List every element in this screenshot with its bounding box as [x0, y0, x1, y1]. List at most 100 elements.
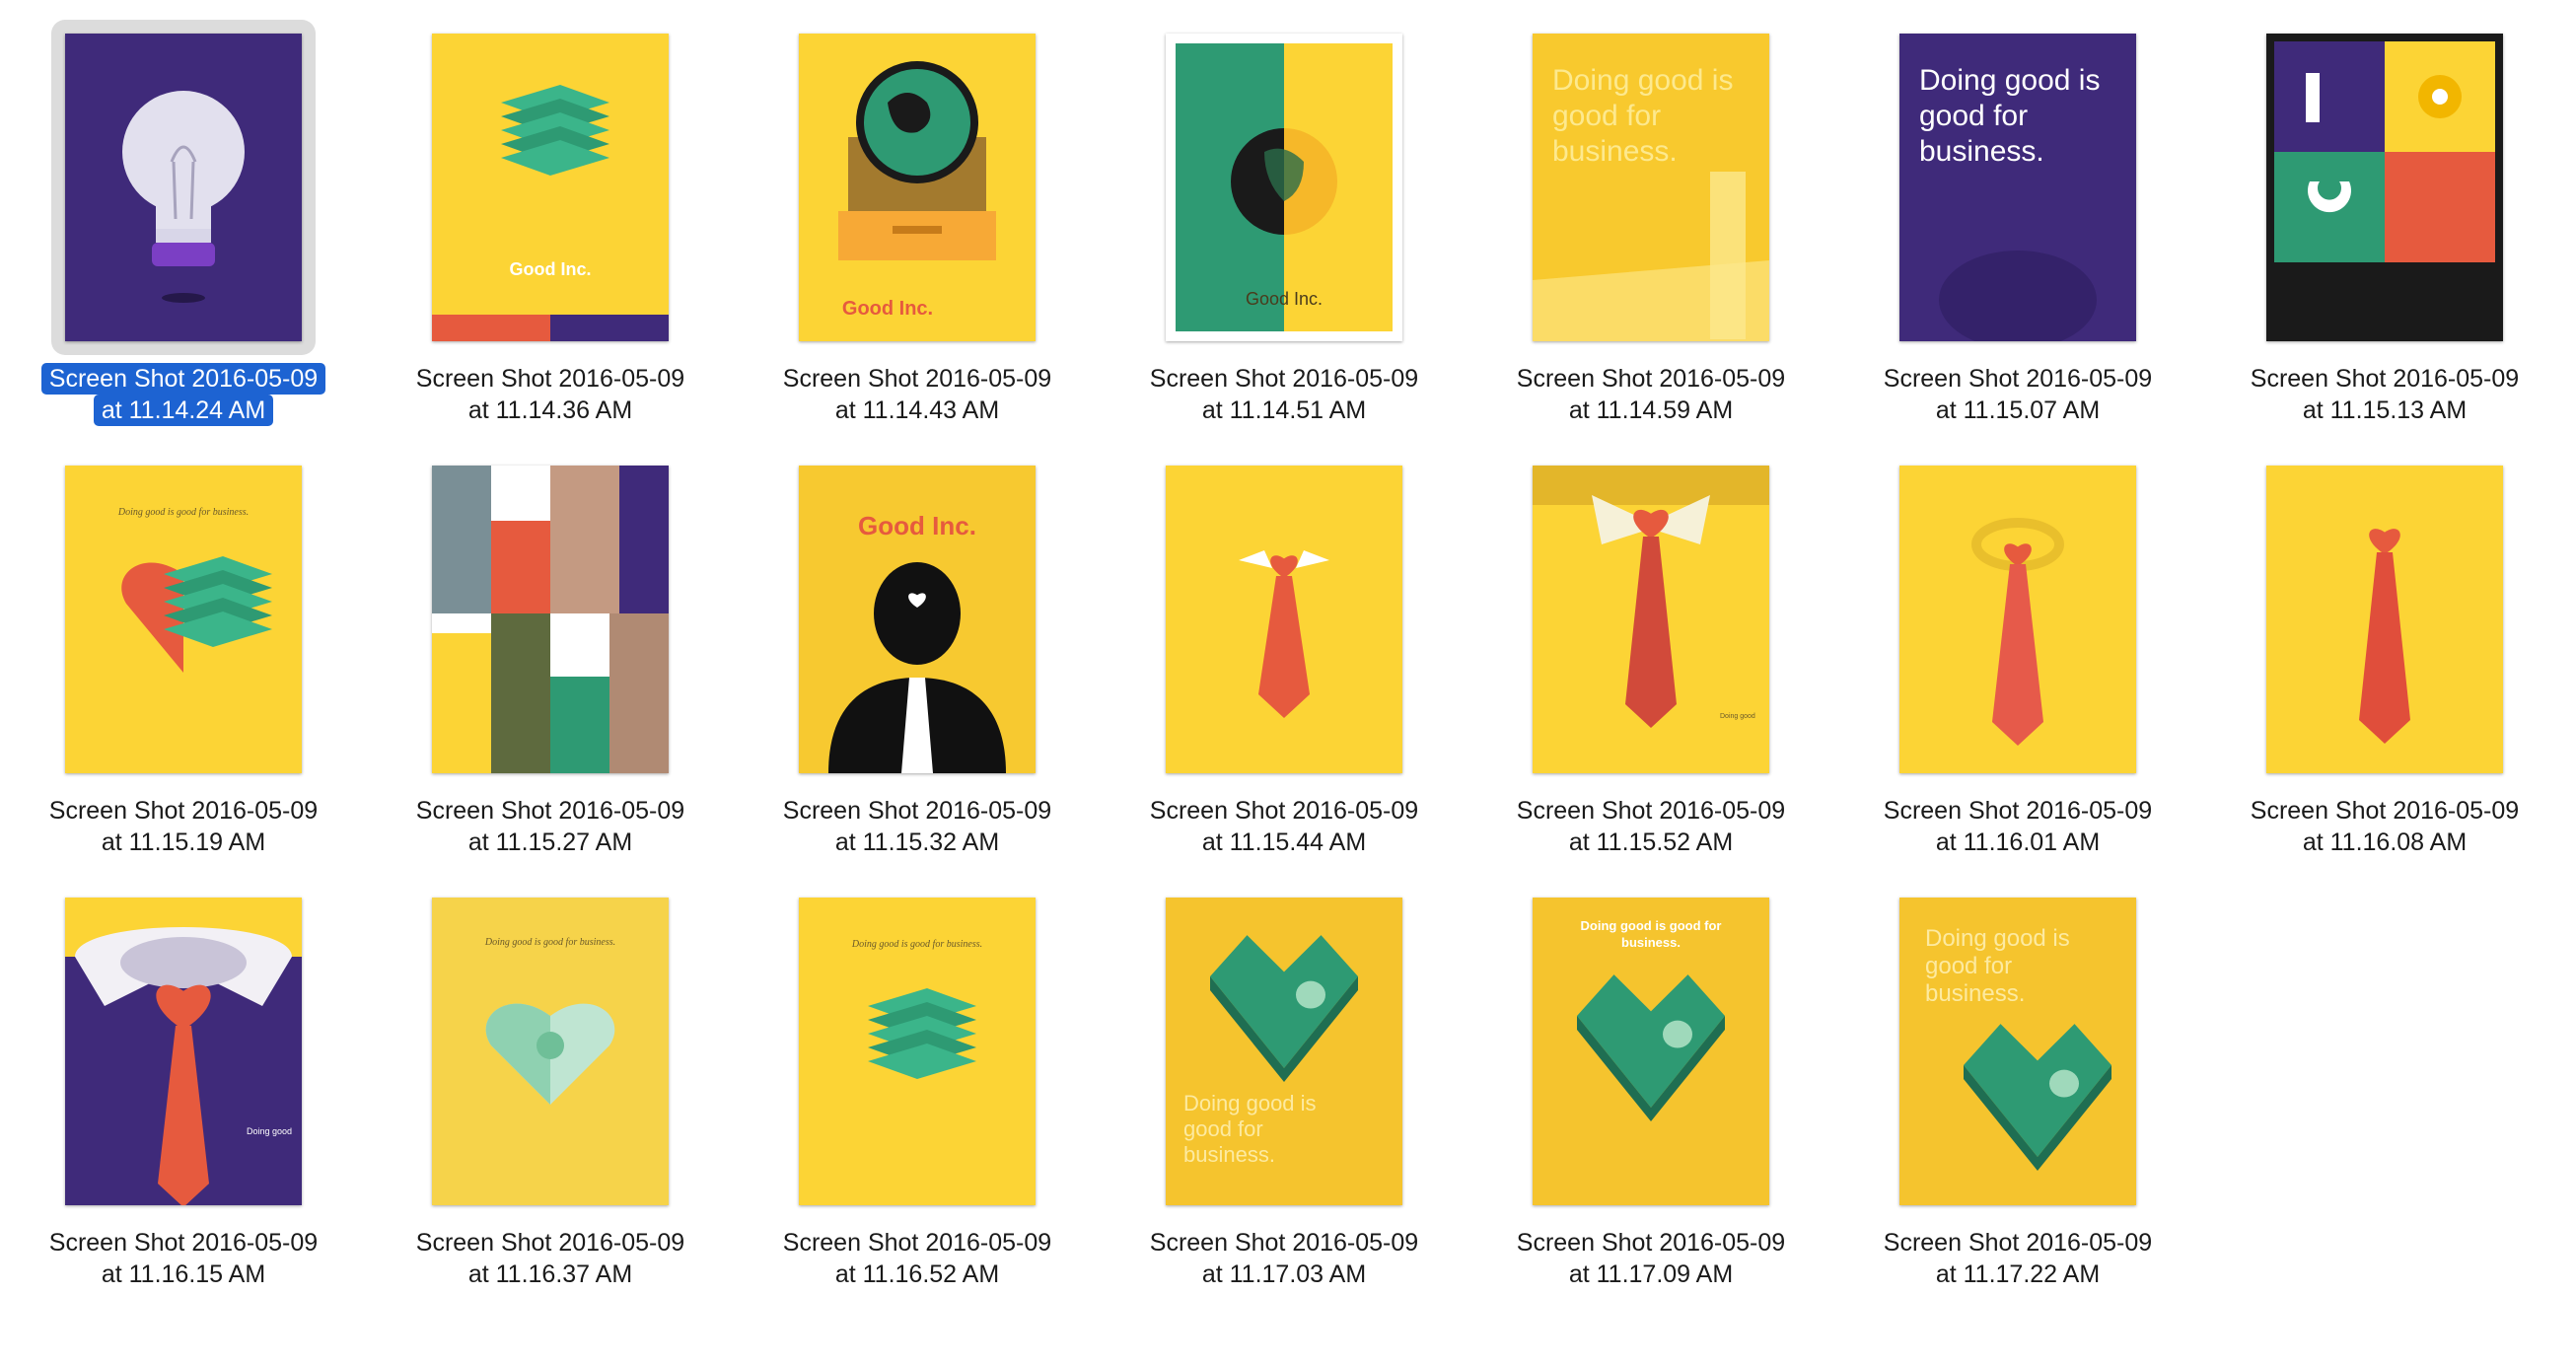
icon-grid-view: Screen Shot 2016-05-09 at 11.14.24 AM Good…	[0, 0, 2576, 1367]
tie-collar-poster-icon[interactable]: Doing good	[1533, 466, 1769, 773]
thumbnail-frame[interactable]: Good Inc.	[785, 20, 1049, 355]
money-heart-poster-icon[interactable]: Doing good is good for business.	[1899, 898, 2136, 1205]
file-name-line2: at 11.16.08 AM	[2302, 828, 2468, 856]
tie-poster-icon[interactable]	[1899, 466, 2136, 773]
file-name-line2: at 11.15.32 AM	[834, 828, 1000, 856]
thumbnail-frame[interactable]	[418, 452, 682, 787]
thumbnail-frame[interactable]: Doing good	[1519, 452, 1783, 787]
thumbnail-frame[interactable]	[2253, 452, 2517, 787]
money-stack-poster-icon[interactable]: Good Inc.	[432, 34, 669, 341]
file-name-label[interactable]: Screen Shot 2016-05-09 at 11.17.03 AM	[1101, 1227, 1467, 1290]
file-item[interactable]: Doing good is good for business. Screen …	[367, 864, 734, 1298]
thumbnail-frame[interactable]	[2253, 20, 2517, 355]
file-name-line1: Screen Shot 2016-05-09	[1149, 365, 1419, 393]
svg-text:Doing good: Doing good	[1720, 713, 1755, 720]
file-name-line2: at 11.14.24 AM	[93, 395, 274, 426]
photo-collage-poster-icon[interactable]	[432, 466, 669, 773]
file-item[interactable]: Good Inc. Screen Shot 2016-05-09 at 11.14.…	[734, 0, 1101, 434]
thumbnail-frame[interactable]: Good Inc.	[785, 452, 1049, 787]
file-name-label[interactable]: Screen Shot 2016-05-09 at 11.16.37 AM	[367, 1227, 734, 1290]
file-name-label[interactable]: Screen Shot 2016-05-09 at 11.14.59 AM	[1467, 363, 1834, 426]
file-name-label[interactable]: Screen Shot 2016-05-09 at 11.14.36 AM	[367, 363, 734, 426]
money-heart-poster-icon[interactable]: Doing good is good for business.	[1533, 898, 1769, 1205]
file-item[interactable]: Doing good Screen Shot 2016-05-09 at 11.15…	[1467, 432, 1834, 866]
file-name-line2: at 11.14.36 AM	[467, 396, 633, 424]
file-name-line2: at 11.16.01 AM	[1935, 828, 2101, 856]
tie-poster-icon[interactable]	[2266, 466, 2503, 773]
thumbnail-frame[interactable]: Good Inc.	[418, 20, 682, 355]
file-item[interactable]: Doing good is good for business. Screen …	[1834, 864, 2201, 1298]
thumbnail-frame[interactable]	[1886, 452, 2150, 787]
thumbnail-frame[interactable]: Good Inc.	[1152, 20, 1416, 355]
file-name-line1: Screen Shot 2016-05-09	[1149, 797, 1419, 825]
file-name-line1: Screen Shot 2016-05-09	[48, 797, 319, 825]
thumbnail-frame[interactable]: Doing good is good for business.	[1519, 20, 1783, 355]
file-item[interactable]: Doing good is good for business. Screen …	[1467, 0, 1834, 434]
money-heart-poster-icon[interactable]: Doing good is good for business.	[1166, 898, 1402, 1205]
file-name-label[interactable]: Screen Shot 2016-05-09 at 11.15.19 AM	[0, 795, 367, 858]
file-name-label[interactable]: Screen Shot 2016-05-09 at 11.15.07 AM	[1834, 363, 2201, 426]
tie-collar-poster-icon[interactable]: Doing good	[65, 898, 302, 1205]
file-name-line1: Screen Shot 2016-05-09	[1516, 365, 1786, 393]
file-item[interactable]: Screen Shot 2016-05-09 at 11.15.27 AM	[367, 432, 734, 866]
file-name-line2: at 11.15.44 AM	[1201, 828, 1367, 856]
file-name-line1: Screen Shot 2016-05-09	[1883, 797, 2153, 825]
file-item[interactable]: Doing good is good for business. Screen …	[1834, 0, 2201, 434]
file-item[interactable]: Good Inc. Screen Shot 2016-05-09 at 11.15…	[734, 432, 1101, 866]
text-poster-icon[interactable]: Doing good is good for business.	[1899, 34, 2136, 341]
file-item[interactable]: Screen Shot 2016-05-09 at 11.16.08 AM	[2201, 432, 2568, 866]
money-stack-poster-icon[interactable]: Doing good is good for business.	[799, 898, 1036, 1205]
thumbnail-frame[interactable]	[51, 20, 316, 355]
file-name-label[interactable]: Screen Shot 2016-05-09 at 11.17.22 AM	[1834, 1227, 2201, 1290]
thumbnail-frame[interactable]: Doing good is good for business.	[785, 884, 1049, 1219]
file-name-label[interactable]: Screen Shot 2016-05-09 at 11.16.08 AM	[2201, 795, 2568, 858]
heart-money-poster-icon[interactable]: Doing good is good for business.	[65, 466, 302, 773]
svg-text:Good Inc.: Good Inc.	[1246, 289, 1323, 309]
file-item[interactable]: Screen Shot 2016-05-09 at 11.14.24 AM	[0, 0, 367, 434]
globe-in-box-poster-icon[interactable]: Good Inc.	[799, 34, 1036, 341]
file-name-line2: at 11.17.03 AM	[1201, 1260, 1367, 1288]
file-item[interactable]: Doing good is good for business. Screen …	[734, 864, 1101, 1298]
file-item[interactable]: Doing good is good for business. Screen S…	[1101, 864, 1467, 1298]
file-item[interactable]: Doing good Screen Shot 2016-05-09 at 11.16…	[0, 864, 367, 1298]
silhouette-poster-icon[interactable]: Good Inc.	[799, 466, 1036, 773]
file-name-label[interactable]: Screen Shot 2016-05-09 at 11.16.52 AM	[734, 1227, 1101, 1290]
dollar-heart-poster-icon[interactable]: Doing good is good for business.	[432, 898, 669, 1205]
file-name-line2: at 11.17.09 AM	[1568, 1260, 1734, 1288]
file-item[interactable]: Screen Shot 2016-05-09 at 11.16.01 AM	[1834, 432, 2201, 866]
thumbnail-frame[interactable]: Doing good is good for business.	[1152, 884, 1416, 1219]
lightbulb-poster-icon[interactable]	[65, 34, 302, 341]
text-poster-icon[interactable]: Doing good is good for business.	[1533, 34, 1769, 341]
file-name-label[interactable]: Screen Shot 2016-05-09 at 11.16.15 AM	[0, 1227, 367, 1290]
thumbnail-frame[interactable]: Doing good	[51, 884, 316, 1219]
file-name-line1: Screen Shot 2016-05-09	[1516, 1229, 1786, 1257]
file-name-label[interactable]: Screen Shot 2016-05-09 at 11.16.01 AM	[1834, 795, 2201, 858]
file-item[interactable]: Good Inc. Screen Shot 2016-05-09 at 11.14…	[367, 0, 734, 434]
file-name-label[interactable]: Screen Shot 2016-05-09 at 11.15.27 AM	[367, 795, 734, 858]
file-name-label[interactable]: Screen Shot 2016-05-09 at 11.14.24 AM	[0, 363, 367, 426]
file-name-label[interactable]: Screen Shot 2016-05-09 at 11.14.51 AM	[1101, 363, 1467, 426]
thumbnail-frame[interactable]: Doing good is good for business.	[418, 884, 682, 1219]
split-globe-poster-icon[interactable]: Good Inc.	[1166, 34, 1402, 341]
file-name-label[interactable]: Screen Shot 2016-05-09 at 11.15.52 AM	[1467, 795, 1834, 858]
file-item[interactable]: Good Inc. Screen Shot 2016-05-09 at 11.14.…	[1101, 0, 1467, 434]
file-name-line2: at 11.17.22 AM	[1935, 1260, 2101, 1288]
file-name-label[interactable]: Screen Shot 2016-05-09 at 11.15.13 AM	[2201, 363, 2568, 426]
file-name-line2: at 11.15.52 AM	[1568, 828, 1734, 856]
quad-grid-poster-icon[interactable]	[2266, 34, 2503, 341]
file-item[interactable]: Doing good is good for business. Screen …	[0, 432, 367, 866]
thumbnail-frame[interactable]: Doing good is good for business.	[1519, 884, 1783, 1219]
file-name-line1: Screen Shot 2016-05-09	[415, 1229, 685, 1257]
thumbnail-frame[interactable]: Doing good is good for business.	[51, 452, 316, 787]
file-name-label[interactable]: Screen Shot 2016-05-09 at 11.15.32 AM	[734, 795, 1101, 858]
file-item[interactable]: Screen Shot 2016-05-09 at 11.15.13 AM	[2201, 0, 2568, 434]
file-item[interactable]: Doing good is good for business. Screen …	[1467, 864, 1834, 1298]
file-name-label[interactable]: Screen Shot 2016-05-09 at 11.14.43 AM	[734, 363, 1101, 426]
thumbnail-frame[interactable]: Doing good is good for business.	[1886, 20, 2150, 355]
thumbnail-frame[interactable]: Doing good is good for business.	[1886, 884, 2150, 1219]
file-item[interactable]: Screen Shot 2016-05-09 at 11.15.44 AM	[1101, 432, 1467, 866]
thumbnail-frame[interactable]	[1152, 452, 1416, 787]
file-name-label[interactable]: Screen Shot 2016-05-09 at 11.17.09 AM	[1467, 1227, 1834, 1290]
tie-poster-icon[interactable]	[1166, 466, 1402, 773]
file-name-label[interactable]: Screen Shot 2016-05-09 at 11.15.44 AM	[1101, 795, 1467, 858]
